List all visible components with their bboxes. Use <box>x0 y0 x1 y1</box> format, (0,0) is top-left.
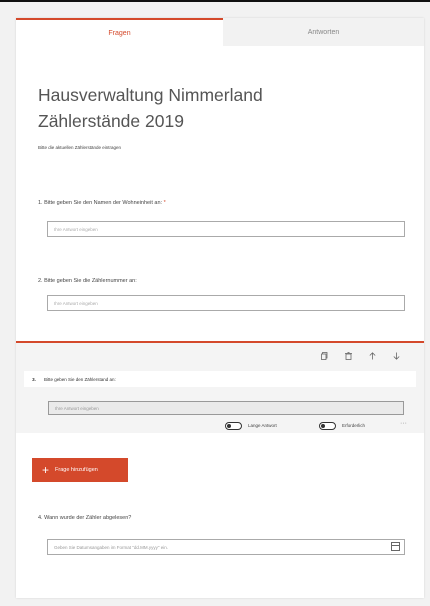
required-toggle[interactable] <box>319 422 336 430</box>
more-options-icon[interactable]: ··· <box>400 420 407 427</box>
calendar-icon[interactable] <box>391 542 400 551</box>
question-3-text: Bitte geben Sie den Zählerstand an: <box>44 376 116 382</box>
tab-questions[interactable]: Fragen <box>16 18 223 46</box>
form-title-line2: Zählerstände 2019 <box>38 111 184 131</box>
question-3-title-field[interactable]: 3. Bitte geben Sie den Zählerstand an: <box>24 371 416 387</box>
plus-icon: + <box>42 463 50 477</box>
form-title[interactable]: Hausverwaltung Nimmerland Zählerstände 2… <box>38 82 378 134</box>
question-1-label: 1. Bitte geben Sie den Namen der Wohnein… <box>38 200 166 206</box>
add-question-label: Frage hinzufügen <box>55 467 98 473</box>
required-label: Erforderlich <box>342 423 366 428</box>
question-1-placeholder: Ihre Antwort eingeben <box>54 226 98 232</box>
copy-icon[interactable] <box>321 352 328 362</box>
question-2-placeholder: Ihre Antwort eingeben <box>54 300 98 306</box>
question-4-label: 4. Wann wurde der Zähler abgelesen? <box>38 515 132 521</box>
add-question-button[interactable]: + Frage hinzufügen <box>32 458 128 482</box>
form-card: Fragen Antworten Hausverwaltung Nimmerla… <box>16 18 424 598</box>
toggle-knob <box>321 424 325 428</box>
question-4-date-input[interactable]: Geben Sie Datumsangaben im Format "dd.MM… <box>47 539 405 555</box>
question-2-input[interactable]: Ihre Antwort eingeben <box>47 295 405 311</box>
question-3-editor[interactable]: 3. Bitte geben Sie den Zählerstand an: I… <box>16 341 424 433</box>
required-marker: * <box>163 200 166 206</box>
long-answer-label: Lange Antwort <box>248 423 277 428</box>
tab-bar: Fragen Antworten <box>16 18 424 46</box>
question-3-placeholder: Ihre Antwort eingeben <box>55 405 99 411</box>
form-title-line1: Hausverwaltung Nimmerland <box>38 85 263 105</box>
question-1-input[interactable]: Ihre Antwort eingeben <box>47 221 405 237</box>
form-subtitle[interactable]: Bitte die aktuellen Zählerstände eintrag… <box>38 145 121 150</box>
delete-icon[interactable] <box>345 352 352 362</box>
long-answer-toggle[interactable] <box>225 422 242 430</box>
question-1-text: 1. Bitte geben Sie den Namen der Wohnein… <box>38 200 163 206</box>
tab-answers[interactable]: Antworten <box>223 18 424 46</box>
window-top-edge <box>0 0 430 16</box>
arrow-up-icon[interactable] <box>369 352 376 362</box>
question-2-label: 2. Bitte geben Sie die Zählernummer an: <box>38 278 137 284</box>
toggle-knob <box>227 424 231 428</box>
arrow-down-icon[interactable] <box>393 352 400 362</box>
question-4-placeholder: Geben Sie Datumsangaben im Format "dd.MM… <box>54 544 168 550</box>
question-3-answer-preview: Ihre Antwort eingeben <box>48 401 404 415</box>
question-3-number: 3. <box>32 376 36 382</box>
